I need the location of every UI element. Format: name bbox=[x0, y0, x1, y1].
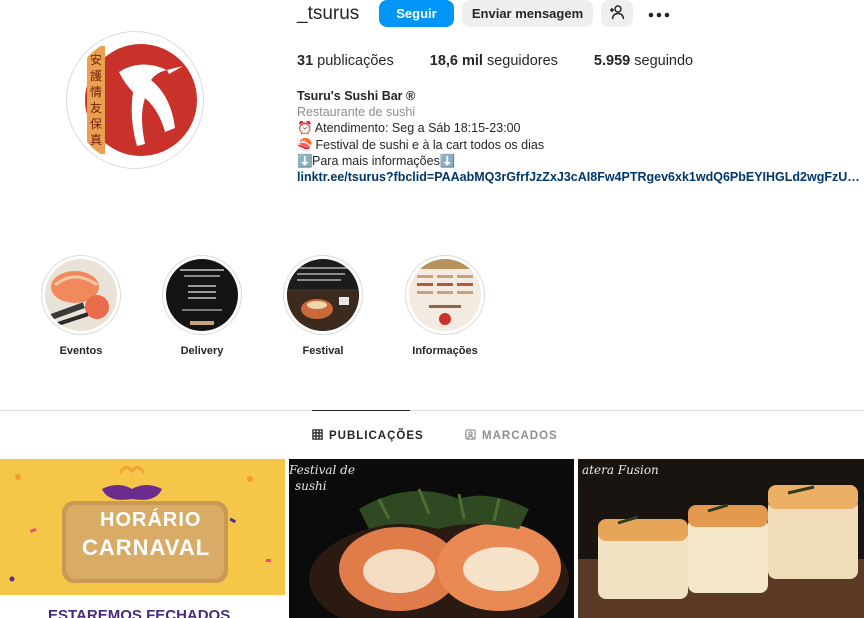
profile-avatar[interactable]: 安 護 情 友 保 真 bbox=[66, 31, 204, 169]
follow-button[interactable]: Seguir bbox=[379, 0, 454, 27]
alarm-clock-icon: ⏰ bbox=[297, 121, 313, 136]
tab-tagged-label: MARCADOS bbox=[482, 430, 558, 442]
highlight-cover-ring bbox=[283, 255, 363, 335]
tagged-user-icon bbox=[465, 429, 482, 443]
post-caption-line2: sushi bbox=[295, 479, 327, 493]
highlight-label: Eventos bbox=[59, 345, 103, 357]
more-options-button[interactable] bbox=[642, 0, 676, 27]
post-subtitle: ESTAREMOS FECHADOS bbox=[48, 607, 231, 618]
active-tab-indicator bbox=[312, 410, 410, 411]
highlight-cover-ring bbox=[41, 255, 121, 335]
grid-icon bbox=[312, 429, 329, 443]
highlight-label: Informações bbox=[412, 345, 478, 357]
profile-username: _tsurus bbox=[297, 3, 360, 24]
send-message-button[interactable]: Enviar mensagem bbox=[462, 0, 593, 27]
bio-line-hours: ⏰ Atendimento: Seg a Sáb 18:15-23:00 bbox=[297, 121, 521, 136]
bio-line-festival: 🍣 Festival de sushi e à la cart todos os… bbox=[297, 137, 545, 152]
post-title-line1: HORÁRIO bbox=[100, 509, 202, 531]
post-image bbox=[578, 459, 864, 618]
highlight-delivery[interactable]: Delivery bbox=[161, 255, 243, 357]
highlight-eventos[interactable]: Eventos bbox=[40, 255, 122, 357]
down-arrow-icon: ⬇️ bbox=[439, 153, 456, 168]
posts-count-stat: 31 publicações bbox=[297, 53, 394, 69]
highlight-cover-image bbox=[166, 259, 238, 331]
svg-text:情: 情 bbox=[90, 85, 102, 99]
avatar-logo: 安 護 情 友 保 真 bbox=[71, 36, 199, 164]
add-user-icon bbox=[609, 4, 625, 23]
svg-text:安: 安 bbox=[90, 52, 102, 67]
suggest-accounts-button[interactable] bbox=[601, 0, 633, 27]
highlight-cover-ring bbox=[405, 255, 485, 335]
more-options-icon bbox=[648, 5, 670, 23]
svg-text:保: 保 bbox=[90, 117, 102, 131]
highlight-cover-image bbox=[409, 259, 481, 331]
highlight-festival[interactable]: Festival bbox=[282, 255, 364, 357]
svg-text:護: 護 bbox=[90, 68, 102, 83]
profile-bio: Tsuru's Sushi Bar ® Restaurante de sushi… bbox=[297, 88, 862, 185]
profile-stats: 31 publicações 18,6 mil seguidores 5.959… bbox=[297, 53, 729, 69]
tab-tagged[interactable]: MARCADOS bbox=[465, 429, 558, 443]
svg-text:真: 真 bbox=[90, 133, 102, 147]
post-caption-line1: Festival de bbox=[289, 463, 355, 477]
profile-display-name: Tsuru's Sushi Bar ® bbox=[297, 89, 416, 103]
post-carnaval[interactable]: HORÁRIO CARNAVAL ESTAREMOS FECHADOS bbox=[0, 459, 285, 618]
post-image bbox=[289, 459, 574, 618]
bio-external-link[interactable]: linktr.ee/tsurus?fbclid=PAAabMQ3rGfrfJzZ… bbox=[297, 169, 860, 185]
post-caption: atera Fusion bbox=[582, 463, 659, 477]
followers-stat[interactable]: 18,6 mil seguidores bbox=[430, 53, 558, 69]
tab-posts[interactable]: PUBLICAÇÕES bbox=[312, 429, 424, 443]
highlight-informacoes[interactable]: Informações bbox=[404, 255, 486, 357]
profile-category: Restaurante de sushi bbox=[297, 105, 416, 120]
post-fusion[interactable]: atera Fusion bbox=[578, 459, 864, 618]
sushi-icon: 🍣 bbox=[297, 137, 313, 152]
post-festival-sushi[interactable]: Festival de sushi bbox=[289, 459, 574, 618]
highlight-label: Festival bbox=[302, 345, 344, 357]
tab-posts-label: PUBLICAÇÕES bbox=[329, 430, 424, 442]
highlight-cover-ring bbox=[162, 255, 242, 335]
svg-text:友: 友 bbox=[90, 101, 102, 115]
following-stat[interactable]: 5.959 seguindo bbox=[594, 53, 693, 69]
highlight-cover-image bbox=[45, 259, 117, 331]
highlight-label: Delivery bbox=[180, 345, 224, 357]
tabs-divider bbox=[0, 410, 864, 411]
post-title-line2: CARNAVAL bbox=[82, 535, 211, 560]
down-arrow-icon: ⬇️ bbox=[297, 153, 313, 168]
bio-line-info: ⬇️Para mais informações⬇️ bbox=[297, 153, 456, 168]
highlight-cover-image bbox=[287, 259, 359, 331]
